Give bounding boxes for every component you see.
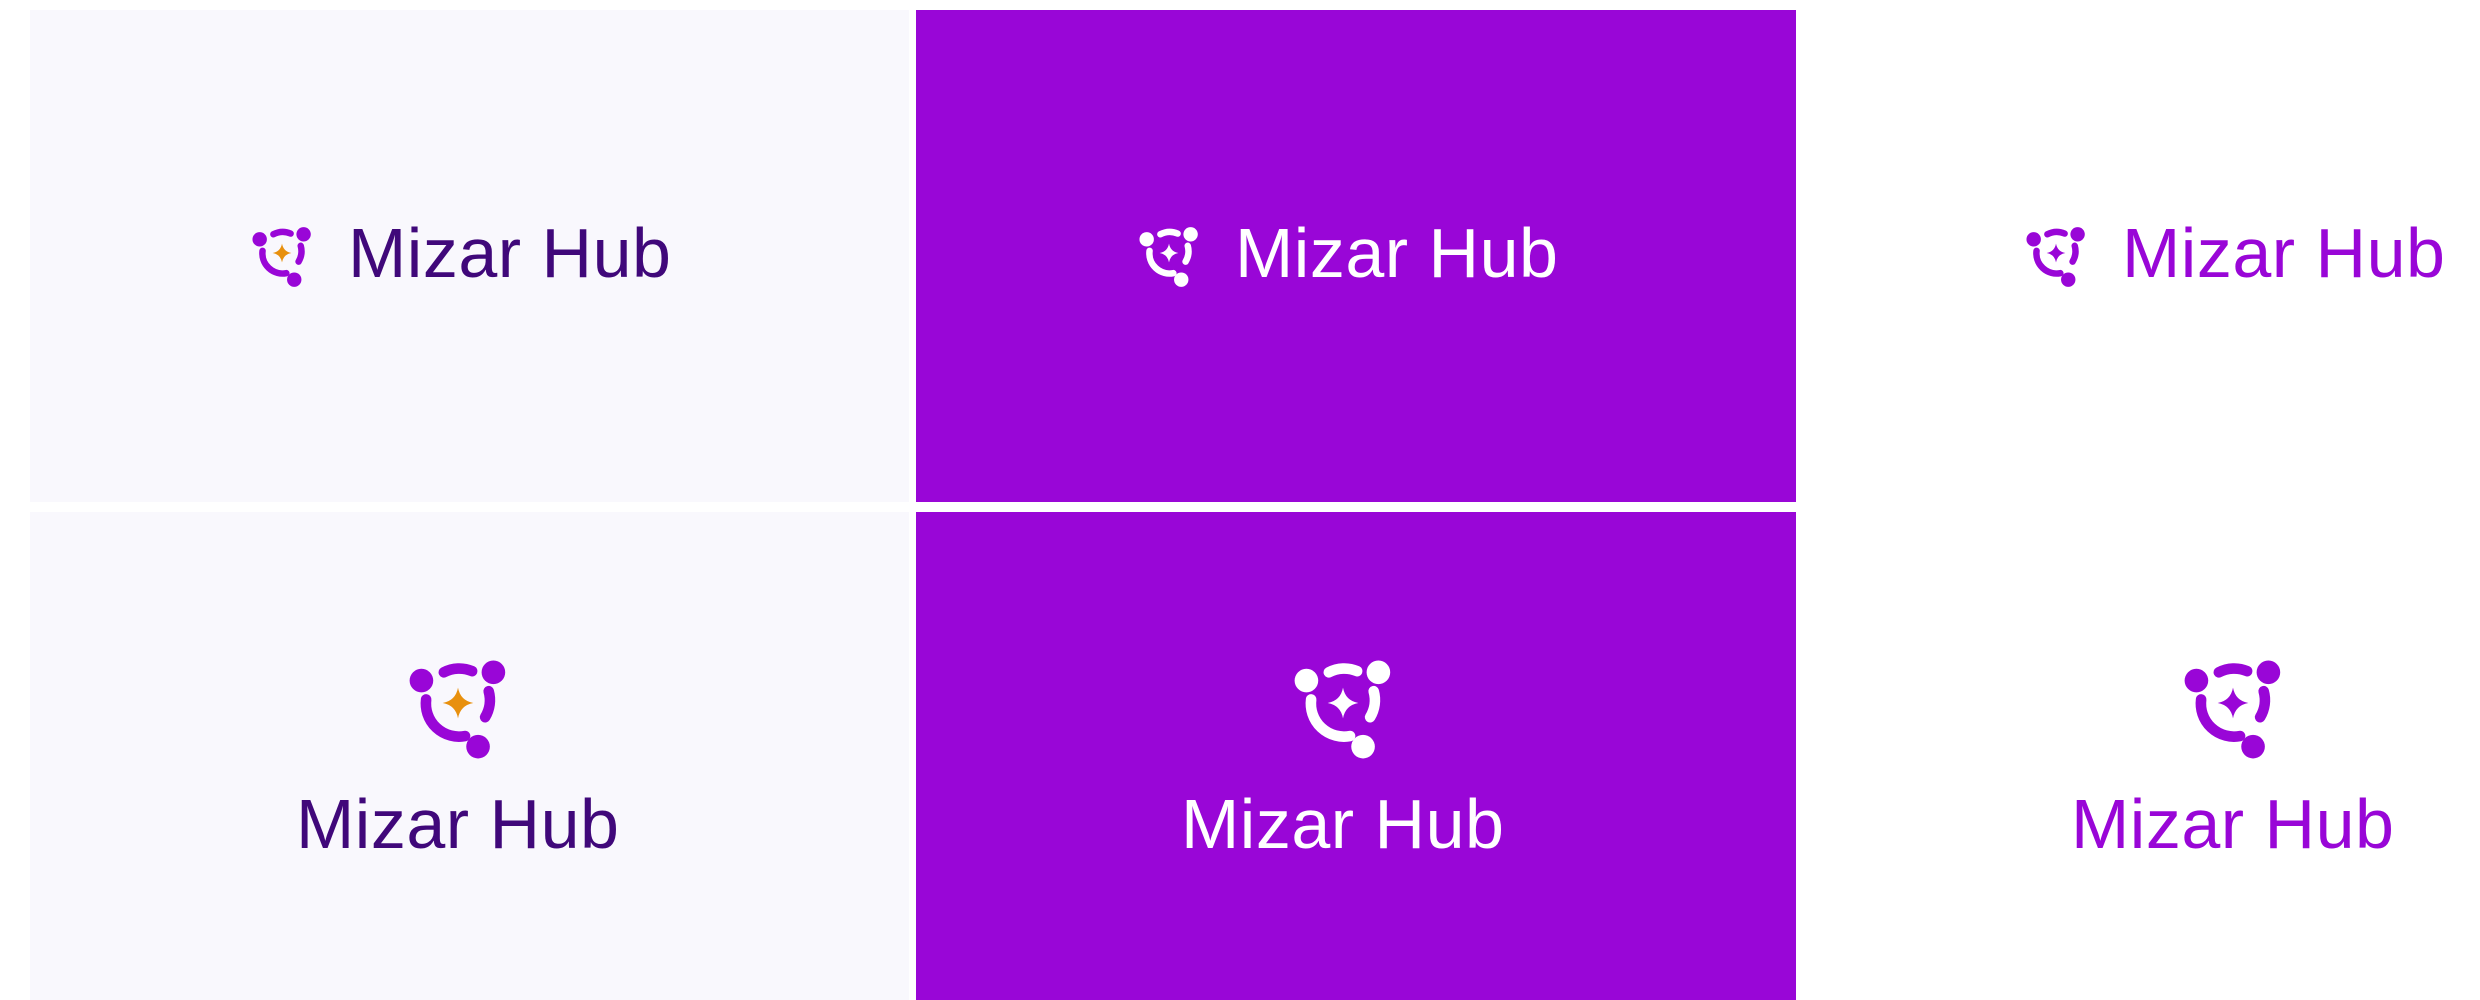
stacked-logo-white-tile: Mizar Hub (1801, 512, 2480, 1000)
horizontal-logo-reverse: Mizar Hub (1133, 216, 1558, 290)
horizontal-logo-purple-tile: Mizar Hub (916, 10, 1796, 502)
stacked-logo-purple-tile: Mizar Hub (916, 512, 1796, 1000)
brand-wordmark: Mizar Hub (296, 785, 620, 863)
stacked-logo-light: Mizar Hub (296, 643, 619, 859)
orbit-star-icon (2026, 227, 2085, 287)
orbit-star-icon (2184, 660, 2280, 759)
horizontal-logo-purple: Mizar Hub (2020, 216, 2445, 290)
logo-variants-sheet: Mizar Hub Mizar Hub Mizar Hub Mizar Hub … (0, 0, 2480, 1000)
horizontal-logo-light: Mizar Hub (246, 216, 671, 290)
orbit-star-icon (252, 227, 311, 287)
orbit-star-icon (409, 660, 505, 759)
brand-wordmark: Mizar Hub (2071, 785, 2395, 863)
brand-wordmark: Mizar Hub (2122, 214, 2446, 292)
brand-wordmark: Mizar Hub (1181, 785, 1505, 863)
horizontal-logo-white-tile: Mizar Hub (1801, 10, 2480, 502)
brand-wordmark: Mizar Hub (348, 214, 672, 292)
horizontal-logo-light-tile: Mizar Hub (30, 10, 909, 502)
stacked-logo-light-tile: Mizar Hub (30, 512, 909, 1000)
stacked-logo-purple: Mizar Hub (2071, 643, 2394, 859)
brand-wordmark: Mizar Hub (1235, 214, 1559, 292)
orbit-star-icon (1139, 227, 1198, 287)
orbit-star-icon (1294, 660, 1390, 759)
stacked-logo-reverse: Mizar Hub (1181, 643, 1504, 859)
